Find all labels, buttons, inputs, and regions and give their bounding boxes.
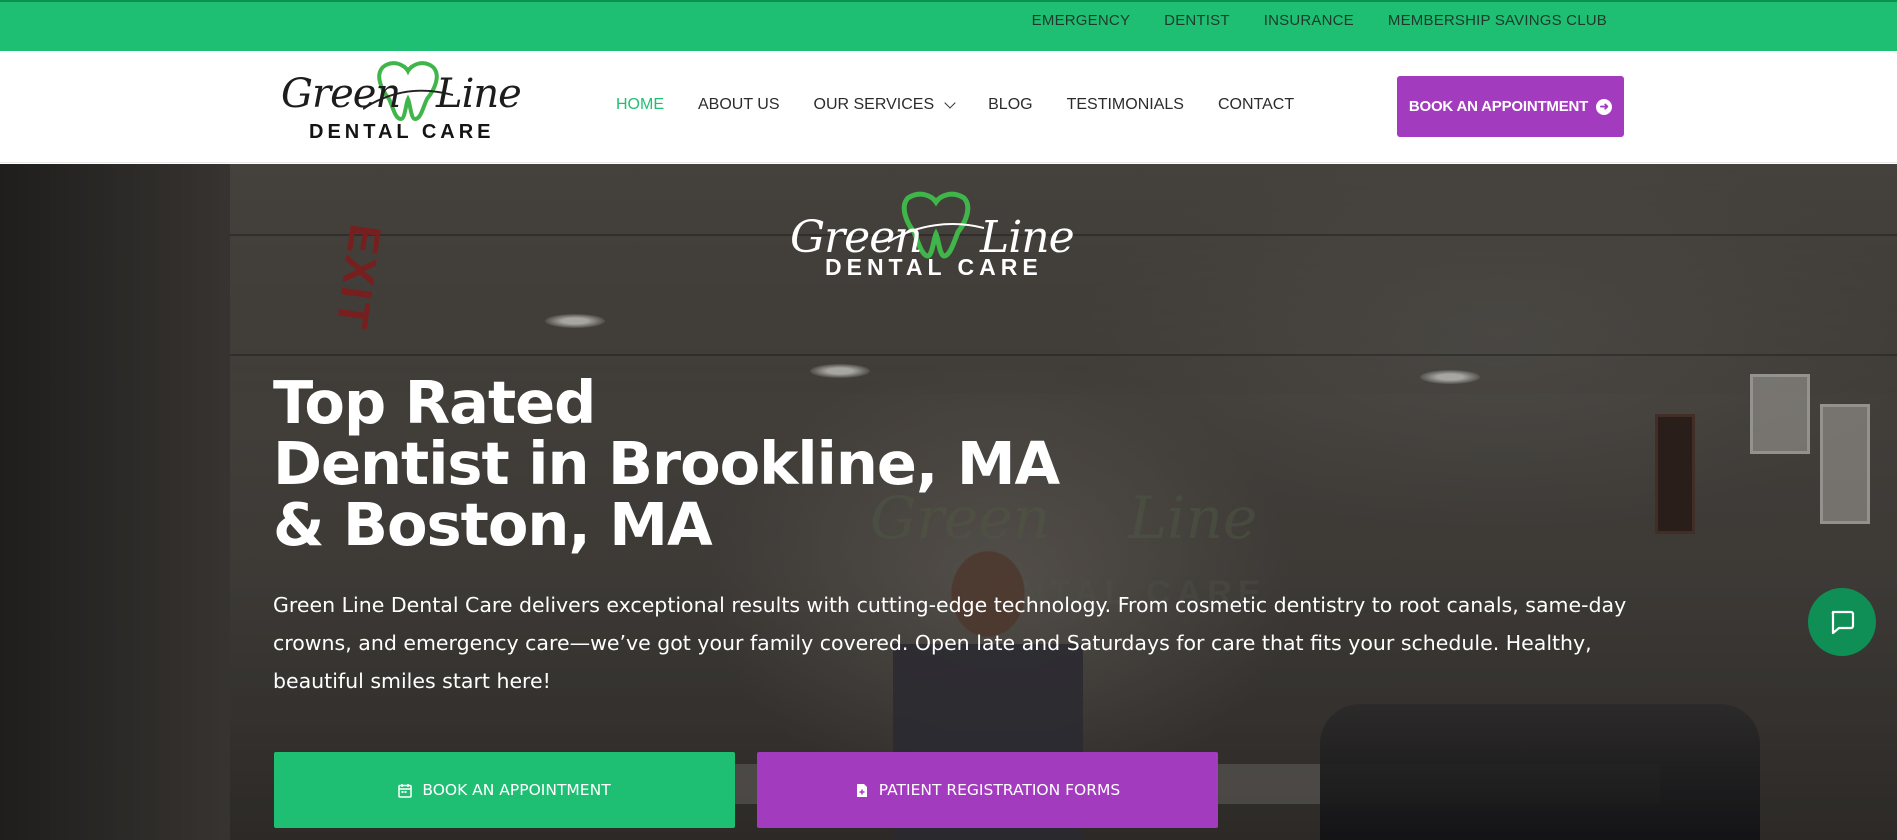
book-appointment-header-label: BOOK AN APPOINTMENT xyxy=(1408,98,1589,115)
hero-section: EXIT Green Line DENTAL CARE Green Line D… xyxy=(0,164,1897,840)
hero-headline-line-1: Top Rated xyxy=(273,368,596,437)
topbar-link-emergency[interactable]: EMERGENCY xyxy=(1032,12,1130,29)
hero-logo: Green Line DENTAL CARE xyxy=(790,191,1090,284)
hero-description: Green Line Dental Care delivers exceptio… xyxy=(273,593,1627,693)
hero-logo-subtitle: DENTAL CARE xyxy=(825,254,1043,280)
book-appointment-header-button[interactable]: BOOK AN APPOINTMENT ➜ xyxy=(1397,76,1624,137)
site-header: Green Line DENTAL CARE HOME ABOUT US OUR… xyxy=(0,51,1897,163)
file-icon xyxy=(856,783,867,797)
hero-headline: Top Rated Dentist in Brookline, MA & Bos… xyxy=(273,372,1173,555)
topbar-link-membership[interactable]: MEMBERSHIP SAVINGS CLUB xyxy=(1388,12,1607,29)
nav-about[interactable]: ABOUT US xyxy=(698,96,780,114)
top-utility-bar: EMERGENCY DENTIST INSURANCE MEMBERSHIP S… xyxy=(0,0,1897,51)
site-logo[interactable]: Green Line DENTAL CARE xyxy=(278,55,538,149)
nav-services-label: OUR SERVICES xyxy=(813,96,935,113)
patient-registration-forms-label: PATIENT REGISTRATION FORMS xyxy=(878,781,1121,799)
hero-headline-line-3: & Boston, MA xyxy=(273,490,713,559)
chat-widget-button[interactable] xyxy=(1808,588,1876,656)
patient-registration-forms-button[interactable]: PATIENT REGISTRATION FORMS xyxy=(757,752,1218,828)
hero-headline-line-2: Dentist in Brookline, MA xyxy=(273,429,1060,498)
topbar-link-dentist[interactable]: DENTIST xyxy=(1164,12,1230,29)
nav-contact[interactable]: CONTACT xyxy=(1218,96,1294,114)
logo-script-right: Line xyxy=(436,71,522,117)
chat-icon xyxy=(1831,610,1855,635)
top-utility-links: EMERGENCY DENTIST INSURANCE MEMBERSHIP S… xyxy=(1032,12,1607,29)
book-appointment-button[interactable]: BOOK AN APPOINTMENT xyxy=(274,752,735,828)
logo-wordmark: Green Line xyxy=(281,71,522,117)
nav-home[interactable]: HOME xyxy=(616,96,664,114)
topbar-link-insurance[interactable]: INSURANCE xyxy=(1264,12,1354,29)
logo-subtitle: DENTAL CARE xyxy=(309,121,495,143)
logo-script-left: Green xyxy=(281,71,401,117)
main-nav: HOME ABOUT US OUR SERVICES BLOG TESTIMON… xyxy=(616,96,1328,114)
arrow-circle-right-icon: ➜ xyxy=(1596,98,1613,115)
chevron-down-icon xyxy=(944,97,956,109)
nav-testimonials[interactable]: TESTIMONIALS xyxy=(1067,96,1184,114)
nav-services[interactable]: OUR SERVICES xyxy=(813,96,956,114)
book-appointment-label: BOOK AN APPOINTMENT xyxy=(422,781,611,799)
nav-blog[interactable]: BLOG xyxy=(988,96,1032,114)
calendar-icon xyxy=(398,783,413,798)
